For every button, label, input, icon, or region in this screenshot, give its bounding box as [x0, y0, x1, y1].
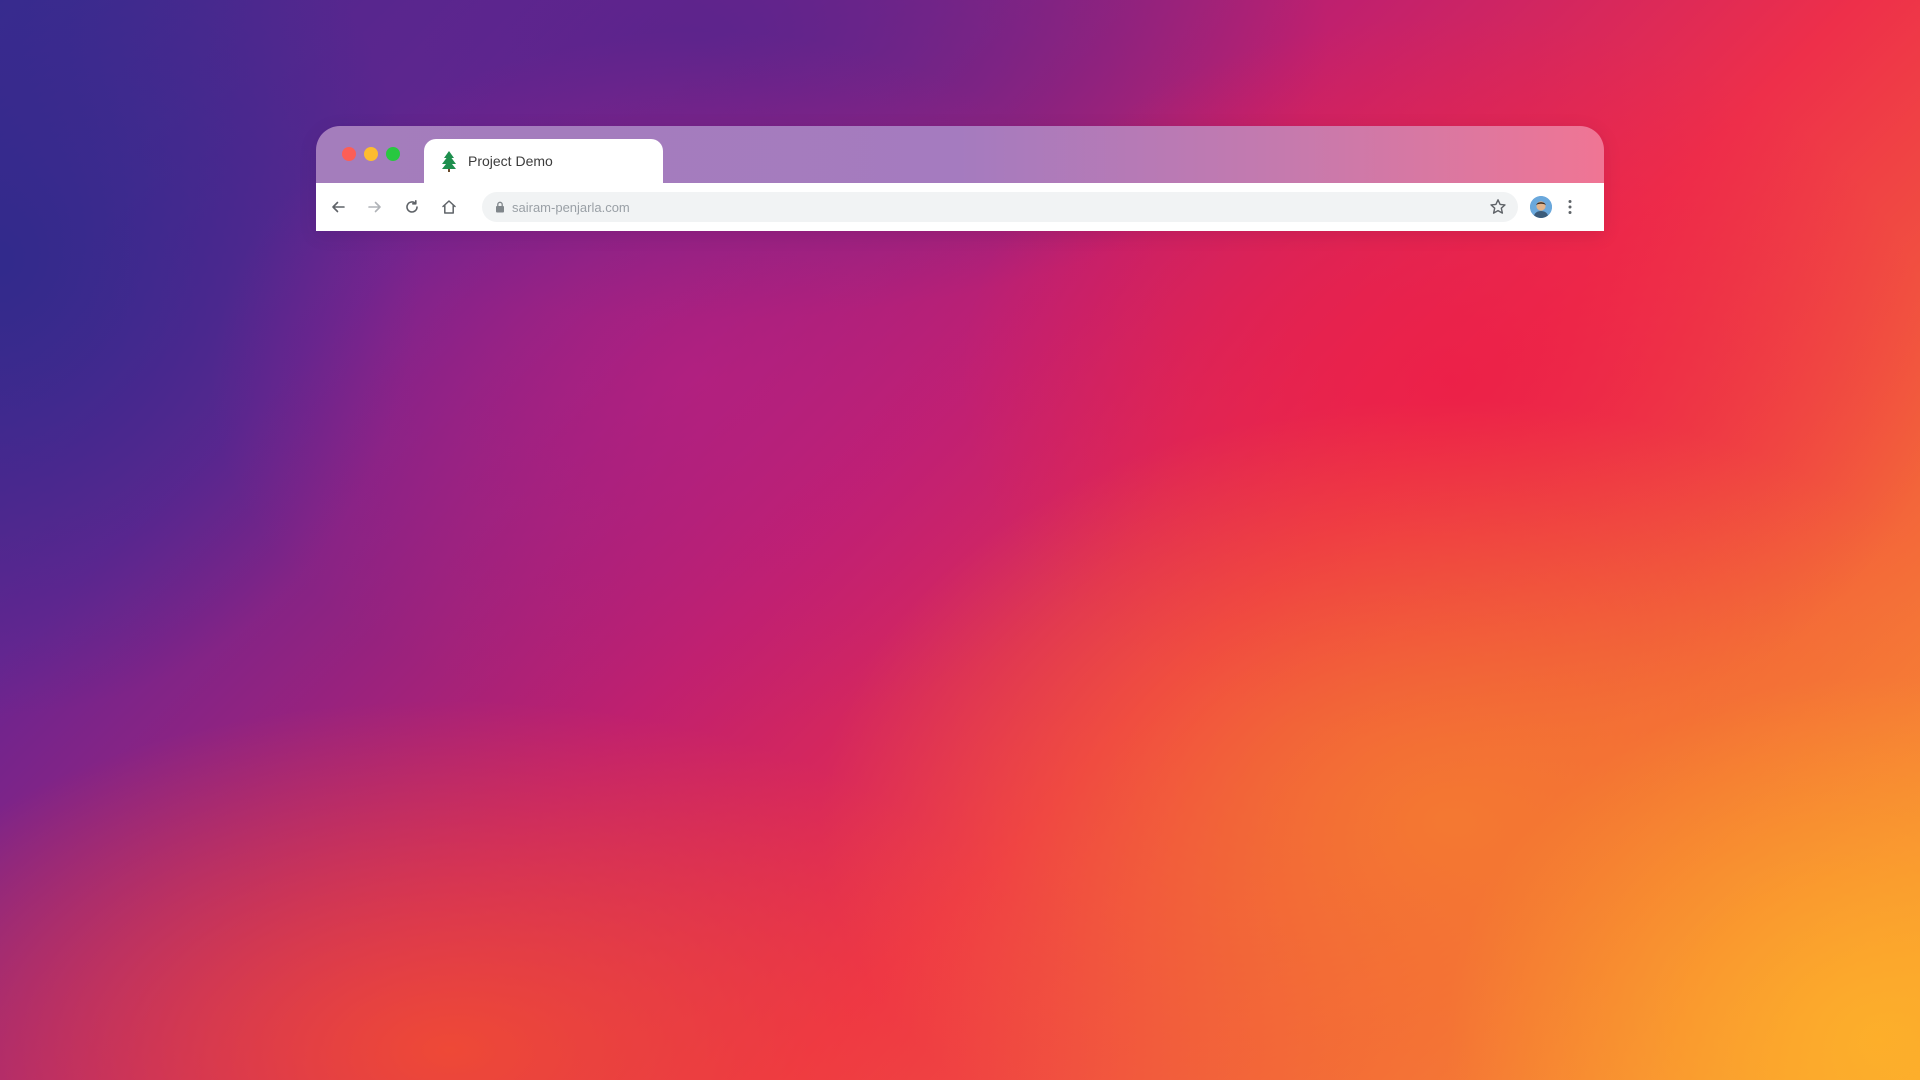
lock-icon	[494, 200, 506, 214]
tree-icon	[440, 150, 458, 172]
close-window-button[interactable]	[342, 147, 356, 161]
browser-window: Project Demo sairam-penjarla.com	[316, 126, 1604, 231]
back-arrow-icon[interactable]	[326, 195, 350, 219]
desktop-wallpaper: Project Demo sairam-penjarla.com	[0, 0, 1920, 1080]
home-icon[interactable]	[437, 195, 461, 219]
address-bar[interactable]: sairam-penjarla.com	[482, 192, 1518, 222]
title-bar: Project Demo	[316, 126, 1604, 183]
window-controls	[342, 147, 400, 161]
reload-icon[interactable]	[400, 195, 424, 219]
forward-arrow-icon[interactable]	[363, 195, 387, 219]
minimize-window-button[interactable]	[364, 147, 378, 161]
kebab-menu-icon[interactable]	[1562, 195, 1578, 219]
tab-title: Project Demo	[468, 153, 553, 169]
browser-toolbar: sairam-penjarla.com	[316, 183, 1604, 231]
tab-project-demo[interactable]: Project Demo	[424, 139, 663, 183]
maximize-window-button[interactable]	[386, 147, 400, 161]
avatar[interactable]	[1530, 196, 1552, 218]
star-icon[interactable]	[1488, 197, 1508, 217]
url-text: sairam-penjarla.com	[512, 199, 630, 215]
